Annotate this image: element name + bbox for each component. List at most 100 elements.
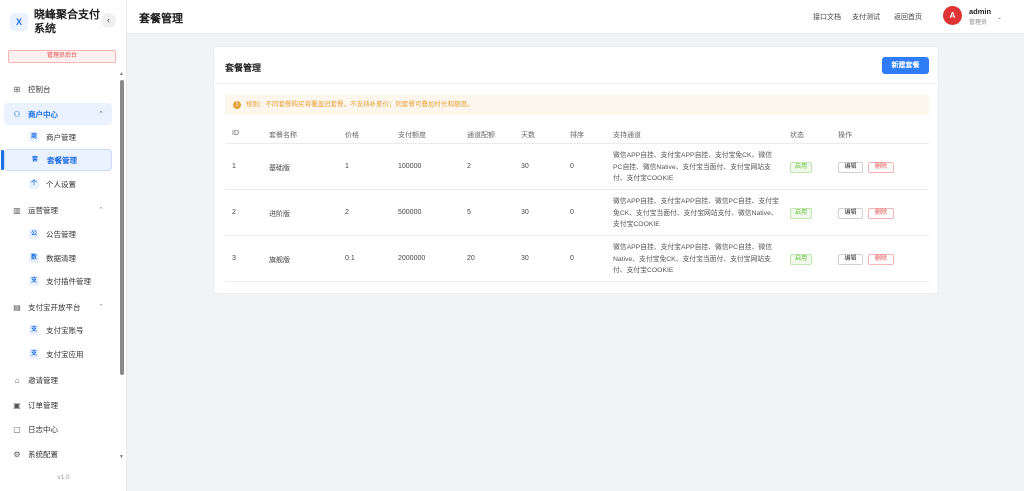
cell-supported-channels: 微信APP自挂、支付宝APP自挂、微信PC自挂、支付宝免CK、支付宝当面付、支付… <box>613 198 779 228</box>
edit-button[interactable]: 编辑 <box>838 208 863 219</box>
status-badge: 启用 <box>790 208 812 219</box>
home-icon: ⌂ <box>14 375 20 385</box>
sidebar-item-alipay-apps[interactable]: 支 支付宝应用 <box>4 343 112 365</box>
sidebar-item-label: 控制台 <box>28 84 51 94</box>
notice-text: 规则：不同套餐购买将覆盖旧套餐，不支持补差价；同套餐可叠加时长和额度。 <box>246 101 474 108</box>
sidebar-item-label: 支付宝开放平台 <box>28 302 81 312</box>
status-badge: 启用 <box>790 162 812 173</box>
column-header-actions: 操作 <box>838 132 852 139</box>
caret-down-icon[interactable]: ⌄ <box>997 14 1002 21</box>
chevron-up-icon: ⌃ <box>98 111 104 118</box>
column-header-price: 价格 <box>345 132 359 139</box>
delete-button[interactable]: 删除 <box>868 208 894 219</box>
cell-sort: 0 <box>570 163 574 170</box>
bar-chart-icon: ▥ <box>13 205 21 215</box>
table-row: 2 进阶版 2 500000 5 30 0 微信APP自挂、支付宝APP自挂、微… <box>225 190 929 236</box>
sidebar-item-label: 套餐管理 <box>47 155 77 165</box>
sidebar-item-label: 支付宝账号 <box>46 325 84 335</box>
sidebar-item-label: 邀请管理 <box>28 375 58 385</box>
edit-button[interactable]: 编辑 <box>838 254 863 265</box>
alipay-badge-icon: 支 <box>29 325 39 335</box>
data-badge-icon: 数 <box>29 253 39 263</box>
sidebar-item-logs[interactable]: ▢ 日志中心 <box>4 418 112 440</box>
column-header-sort: 排序 <box>570 132 584 139</box>
sidebar-item-invitations[interactable]: ⌂ 邀请管理 <box>4 369 112 391</box>
sidebar-item-dashboard[interactable]: ⊞ 控制台 <box>4 78 112 100</box>
cell-days: 30 <box>521 163 529 170</box>
user-role: 管理员 <box>969 20 988 26</box>
alipay-badge-icon: 支 <box>29 349 39 359</box>
column-header-quota: 支付额度 <box>398 132 426 139</box>
cell-channel-quota: 5 <box>467 209 471 216</box>
sidebar-item-label: 商户中心 <box>28 109 58 119</box>
sidebar-item-label: 公告管理 <box>46 229 76 239</box>
new-package-button[interactable]: 新建套餐 <box>882 57 929 74</box>
version-label: v1.0 <box>57 474 70 481</box>
cell-quota: 2000000 <box>398 255 426 262</box>
sidebar-item-system-settings[interactable]: ⚙ 系统配置 <box>4 443 112 463</box>
divider <box>214 83 938 84</box>
sidebar-item-data-cleanup[interactable]: 数 数据清理 <box>4 247 112 269</box>
chevron-left-icon[interactable]: ‹ <box>101 13 116 28</box>
package-badge-icon: 套 <box>30 155 40 165</box>
brand: X 晓峰聚合支付系统 ‹ <box>8 8 118 38</box>
sidebar-item-label: 支付插件管理 <box>46 276 91 286</box>
column-header-status: 状态 <box>790 132 804 139</box>
table-row: 3 旗舰版 0.1 2000000 20 30 0 微信APP自挂、支付宝APP… <box>225 236 929 282</box>
back-home-link[interactable]: 返回首页 <box>894 12 922 22</box>
cell-days: 30 <box>521 209 529 216</box>
sidebar-item-alipay-accounts[interactable]: 支 支付宝账号 <box>4 319 112 341</box>
grid-icon: ⊞ <box>13 84 21 94</box>
cell-sort: 0 <box>570 209 574 216</box>
sidebar-item-merchant-management[interactable]: 商 商户管理 <box>4 126 112 148</box>
sidebar-item-label: 日志中心 <box>28 424 58 434</box>
api-docs-link[interactable]: 接口文档 <box>813 12 841 22</box>
column-header-days: 天数 <box>521 132 535 139</box>
sidebar-item-label: 个人设置 <box>46 179 76 189</box>
cell-days: 30 <box>521 255 529 262</box>
cell-price: 2 <box>345 209 349 216</box>
sidebar-scrollbar[interactable] <box>120 80 124 375</box>
cell-id: 3 <box>232 255 236 262</box>
brand-name: 晓峰聚合支付系统 <box>34 9 100 35</box>
chevron-up-icon: ⌃ <box>98 304 104 311</box>
user-name[interactable]: admin <box>969 7 991 16</box>
cell-channel-quota: 20 <box>467 255 475 262</box>
cell-name: 旗舰版 <box>269 257 290 264</box>
cell-channel-quota: 2 <box>467 163 471 170</box>
column-header-name: 套餐名称 <box>269 132 297 139</box>
cell-id: 2 <box>232 209 236 216</box>
sidebar-item-label: 数据清理 <box>46 253 76 263</box>
delete-button[interactable]: 删除 <box>868 254 894 265</box>
sidebar-item-alipay-open-platform[interactable]: ▤ 支付宝开放平台 ⌃ <box>4 296 112 318</box>
logo: X <box>10 13 28 31</box>
column-header-id: ID <box>232 130 239 137</box>
sidebar-item-personal-settings[interactable]: 个 个人设置 <box>4 173 112 195</box>
sidebar-item-operations[interactable]: ▥ 运营管理 ⌃ <box>4 199 112 221</box>
merchant-badge-icon: 商 <box>29 132 39 142</box>
sidebar-item-label: 商户管理 <box>46 132 76 142</box>
cell-name: 进阶版 <box>269 211 290 218</box>
plugin-badge-icon: 支 <box>29 276 39 286</box>
delete-button[interactable]: 删除 <box>868 162 894 173</box>
sidebar-item-merchant-center[interactable]: ⚇ 商户中心 ⌃ <box>4 103 112 125</box>
sidebar-item-package-management[interactable]: 套 套餐管理 <box>1 149 112 171</box>
card-title: 套餐管理 <box>225 63 262 73</box>
payment-test-link[interactable]: 支付测试 <box>852 12 880 22</box>
cell-sort: 0 <box>570 255 574 262</box>
sidebar-menu: ⊞ 控制台 ⚇ 商户中心 ⌃ 商 商户管理 套 套餐管理 个 个人设置 ▥ 运营… <box>0 76 120 463</box>
cell-quota: 500000 <box>398 209 422 216</box>
cell-name: 基础版 <box>269 165 290 172</box>
chevron-up-icon: ⌃ <box>98 207 104 214</box>
top-header: 套餐管理 接口文档 支付测试 返回首页 A admin 管理员 ⌄ <box>127 0 1024 34</box>
sidebar-item-announcements[interactable]: 公 公告管理 <box>4 223 112 245</box>
sidebar-item-payment-plugins[interactable]: 支 支付插件管理 <box>4 270 112 292</box>
sidebar-item-label: 运营管理 <box>28 205 58 215</box>
sidebar-item-orders[interactable]: ▣ 订单管理 <box>4 394 112 416</box>
cell-supported-channels: 微信APP自挂、支付宝APP自挂、微信PC自挂、微信Native、支付宝免CK、… <box>613 244 772 274</box>
sidebar: X 晓峰聚合支付系统 ‹ 管理员后台 ▲ ▼ ⊞ 控制台 ⚇ 商户中心 ⌃ 商 … <box>0 0 127 491</box>
user-icon: ⚇ <box>13 109 21 119</box>
avatar[interactable]: A <box>943 6 962 25</box>
cell-id: 1 <box>232 163 236 170</box>
edit-button[interactable]: 编辑 <box>838 162 863 173</box>
